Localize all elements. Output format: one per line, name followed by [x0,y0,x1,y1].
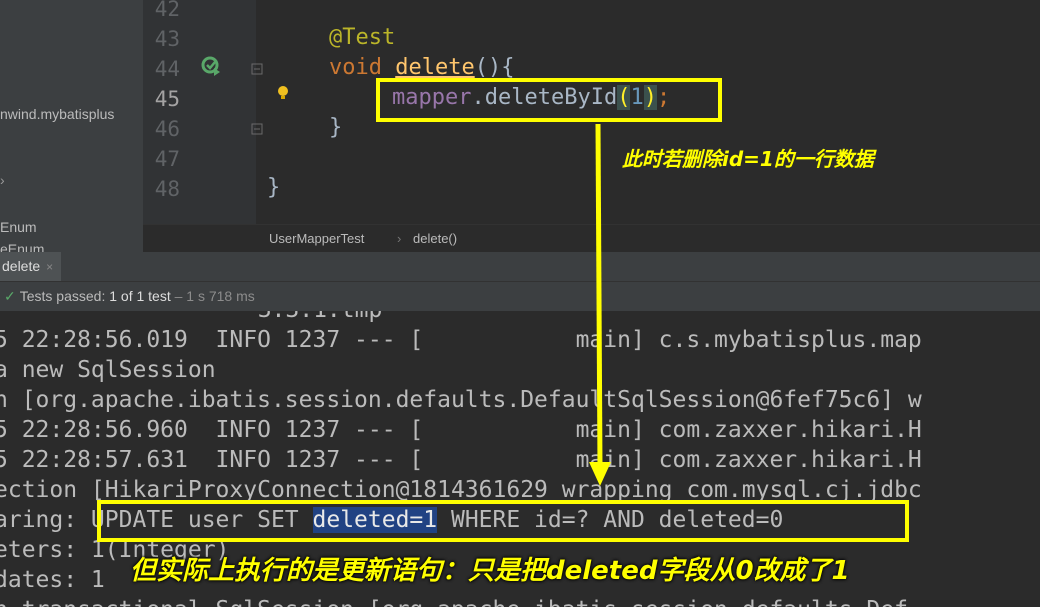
status-duration: – 1 s 718 ms [174,288,255,304]
test-annotation: @Test [329,25,396,50]
closing-brace: } [329,115,343,140]
run-tab-delete[interactable]: delete × [0,252,62,281]
breadcrumb-method[interactable]: delete() [413,231,457,246]
code-line-44: void delete(){ [329,55,514,80]
line-number-current: 45 [154,87,180,111]
fold-start-icon[interactable] [251,63,263,75]
project-sidebar: nwind.mybatisplus › Enum eEnum [0,0,143,252]
highlight-box-sql [97,500,909,542]
console-line: n-transactional SqlSession [org.apache.i… [0,595,908,607]
run-test-icon[interactable] [201,56,221,76]
status-count: 1 of 1 test [109,288,171,304]
caption-top: 此时若删除id=1的一行数据 [622,147,874,171]
line-number: 42 [154,0,180,21]
fold-end-icon[interactable] [251,123,263,135]
method-name: delete [395,55,475,80]
editor-gutter: 42 43 44 45 46 47 48 [143,0,263,224]
test-status-bar: ✓ Tests passed: 1 of 1 test – 1 s 718 ms [0,282,1040,311]
console-line: 5 22:28:56.019 INFO 1237 --- [ main] c.s… [0,327,922,353]
line-number: 48 [154,177,180,201]
void-keyword: void [329,55,382,80]
caption-bottom: 但实际上执行的是更新语句：只是把deleted字段从0改成了1 [130,556,850,586]
console-line: n [org.apache.ibatis.session.defaults.De… [0,387,922,413]
check-icon: ✓ [4,288,16,304]
close-icon[interactable]: × [46,260,53,274]
line-number: 47 [154,147,180,171]
console-line: 3.3.1.tmp [230,311,383,325]
sidebar-item-package[interactable]: nwind.mybatisplus [0,106,114,122]
line-number: 43 [154,27,180,51]
run-tool-window-header: delete × [0,252,1040,282]
breadcrumb: UserMapperTest › delete() [143,224,1040,253]
code-line-48: } [267,175,280,200]
code-line-43: @Test [329,25,395,50]
code-editor[interactable]: 42 43 44 45 46 47 48 @Test void delete()… [143,0,1040,253]
line-number: 46 [154,117,180,141]
lightbulb-icon[interactable] [276,84,290,104]
console-line: dates: 1 [0,567,105,593]
console-line: 5 22:28:57.631 INFO 1237 --- [ main] com… [0,447,922,473]
code-line-46: } [329,115,342,140]
sidebar-item-enum-2[interactable]: eEnum [0,241,44,252]
status-text: Tests passed: [19,288,106,304]
line-number: 44 [154,57,180,81]
breadcrumb-class[interactable]: UserMapperTest [269,231,364,246]
sidebar-item-enum[interactable]: Enum [0,219,37,235]
console-line: a new SqlSession [0,357,216,383]
breadcrumb-separator: › [397,231,402,246]
run-tab-label: delete [2,258,41,274]
highlight-box-code [376,78,722,122]
console-line: 5 22:28:56.960 INFO 1237 --- [ main] com… [0,417,922,443]
closing-brace: } [267,175,281,200]
sidebar-chevron-icon[interactable]: › [0,172,5,188]
method-parens: (){ [474,55,515,80]
